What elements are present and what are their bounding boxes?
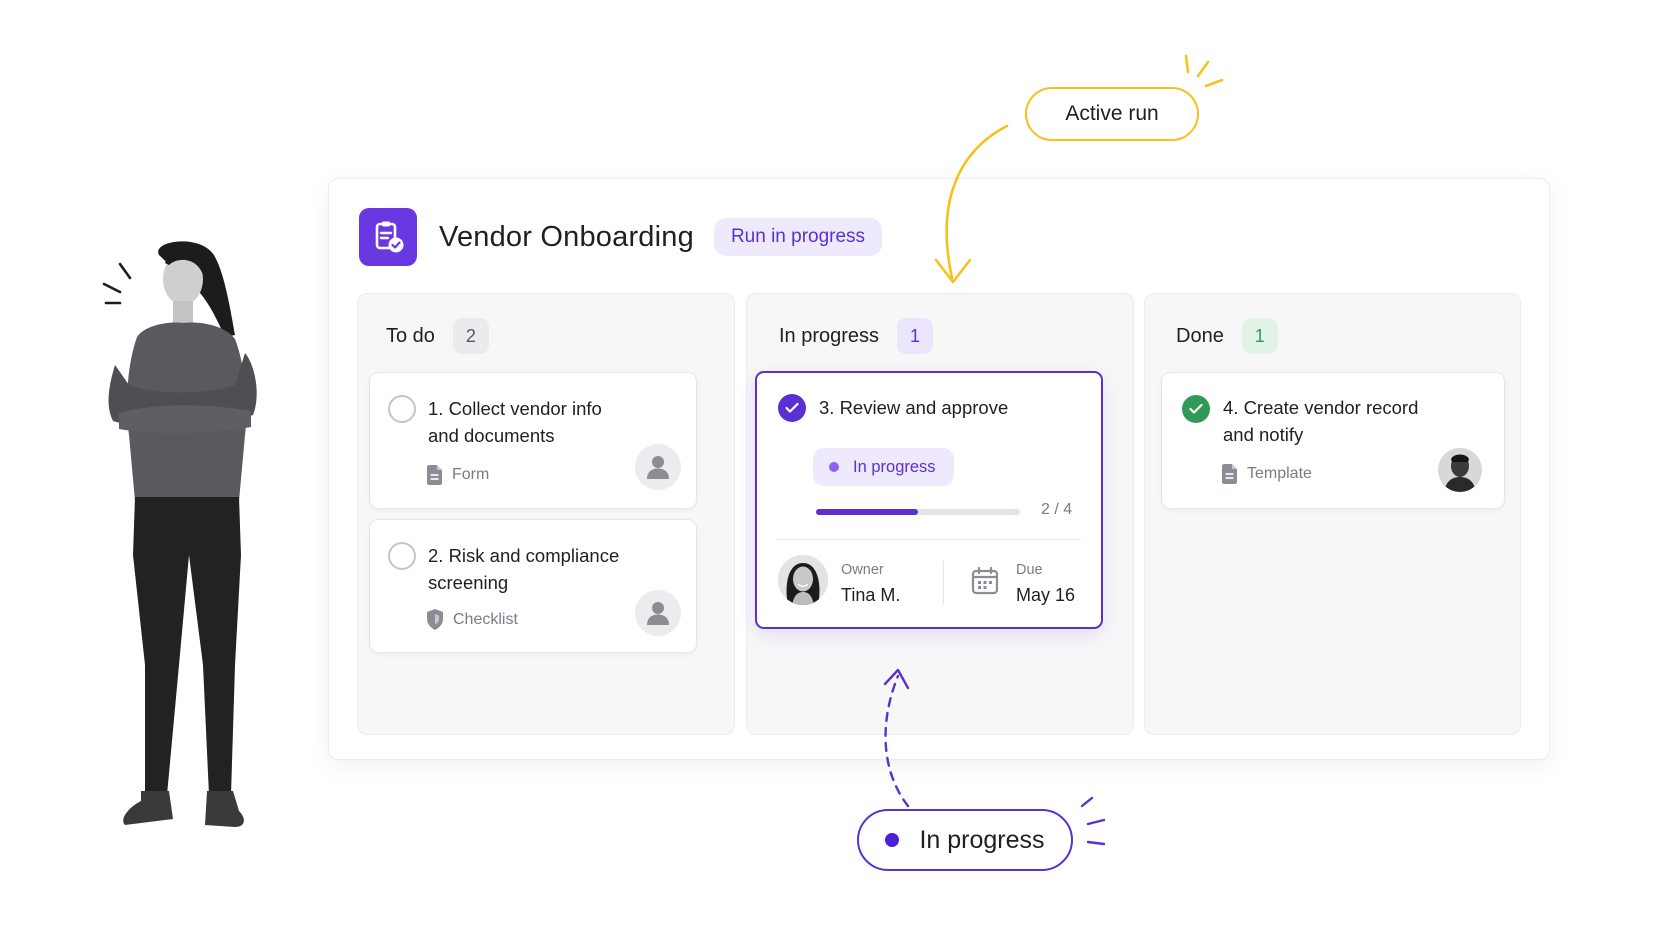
owner-photo-icon [778,555,828,605]
assignee-avatar[interactable] [635,590,681,636]
task-title: 2. Risk and compliance screening [428,542,619,596]
task-progress-text: 2 / 4 [1041,501,1073,518]
in-progress-callout: In progress [857,809,1073,871]
column-count-badge: 1 [1241,318,1278,354]
task-progress-fill [816,509,918,515]
column-title: In progress [779,324,880,347]
status-dot [885,833,900,847]
clipboard-check-icon [359,208,417,266]
task-status-badge: In progress [813,448,954,486]
user-icon [647,602,669,625]
assignee-avatar[interactable] [635,444,681,490]
column-in-progress: In progress 1 3. Review and approve In p… [746,293,1134,735]
task-title: 4. Create vendor record and notify [1223,394,1418,448]
task-checkbox-checked[interactable] [778,394,806,422]
column-count-badge: 2 [452,318,489,354]
owner-avatar[interactable] [778,555,828,605]
status-dot [829,462,839,472]
board-header: Vendor Onboarding Run in progress [359,208,883,266]
run-status-badge: Run in progress [713,218,883,256]
assignee-avatar[interactable] [1438,448,1482,492]
check-icon [1189,403,1203,414]
active-run-callout: Active run [1025,87,1199,141]
assignee-photo-icon [1438,448,1482,492]
column-header-todo: To do 2 [386,318,489,354]
task-title-line1: 2. Risk and compliance [428,545,620,566]
task-title-line1: 4. Create vendor record [1223,397,1419,418]
workflow-board: Vendor Onboarding Run in progress To do … [328,178,1550,760]
task-card-collect-vendor-info[interactable]: 1. Collect vendor info and documents For… [369,372,697,509]
task-title-line2: screening [428,572,509,593]
active-run-callout-label: Active run [1065,102,1159,125]
user-icon [647,456,669,479]
person-illustration [108,241,257,827]
owner-label: Owner [841,562,884,578]
column-title: To do [386,324,435,347]
task-type-label: Checklist [453,610,518,628]
task-title-line1: 1. Collect vendor info [428,398,602,419]
document-icon [427,465,442,485]
column-count-badge: 1 [897,318,934,354]
calendar-icon [971,567,999,595]
task-card-risk-compliance[interactable]: 2. Risk and compliance screening Checkli… [369,519,697,653]
column-title: Done [1176,324,1224,347]
task-type: Form [426,465,489,485]
shield-icon [427,609,443,630]
document-icon [1222,464,1237,484]
column-header-done: Done 1 [1176,318,1278,354]
task-progress-bar [816,509,1020,515]
task-type: Template [1221,464,1312,484]
task-type-label: Form [452,466,490,483]
task-type: Checklist [426,609,518,630]
task-status-label: In progress [853,457,936,476]
due-date: May 16 [1016,585,1076,605]
column-header-in-progress: In progress 1 [779,318,934,354]
column-todo: To do 2 1. Collect vendor info and docum… [357,293,735,735]
column-done: Done 1 4. Create vendor record and notif… [1144,293,1521,735]
field-divider [943,561,944,605]
task-card-create-vendor-record[interactable]: 4. Create vendor record and notify Templ… [1161,372,1505,509]
task-checkbox-done[interactable] [1182,395,1210,423]
page-title: Vendor Onboarding [439,220,694,253]
check-icon [785,402,799,413]
task-checkbox[interactable] [388,542,416,570]
task-title-line2: and documents [428,425,555,446]
task-type-label: Template [1247,465,1312,482]
task-card-review-approve[interactable]: 3. Review and approve In progress 2 / 4 [755,371,1103,629]
task-title: 1. Collect vendor info and documents [428,395,602,449]
task-title: 3. Review and approve [819,397,1009,418]
owner-name: Tina M. [841,585,901,605]
card-divider [777,539,1081,540]
task-checkbox[interactable] [388,395,416,423]
due-label: Due [1016,562,1043,578]
in-progress-callout-label: In progress [919,825,1045,854]
task-title-line2: and notify [1223,424,1304,445]
